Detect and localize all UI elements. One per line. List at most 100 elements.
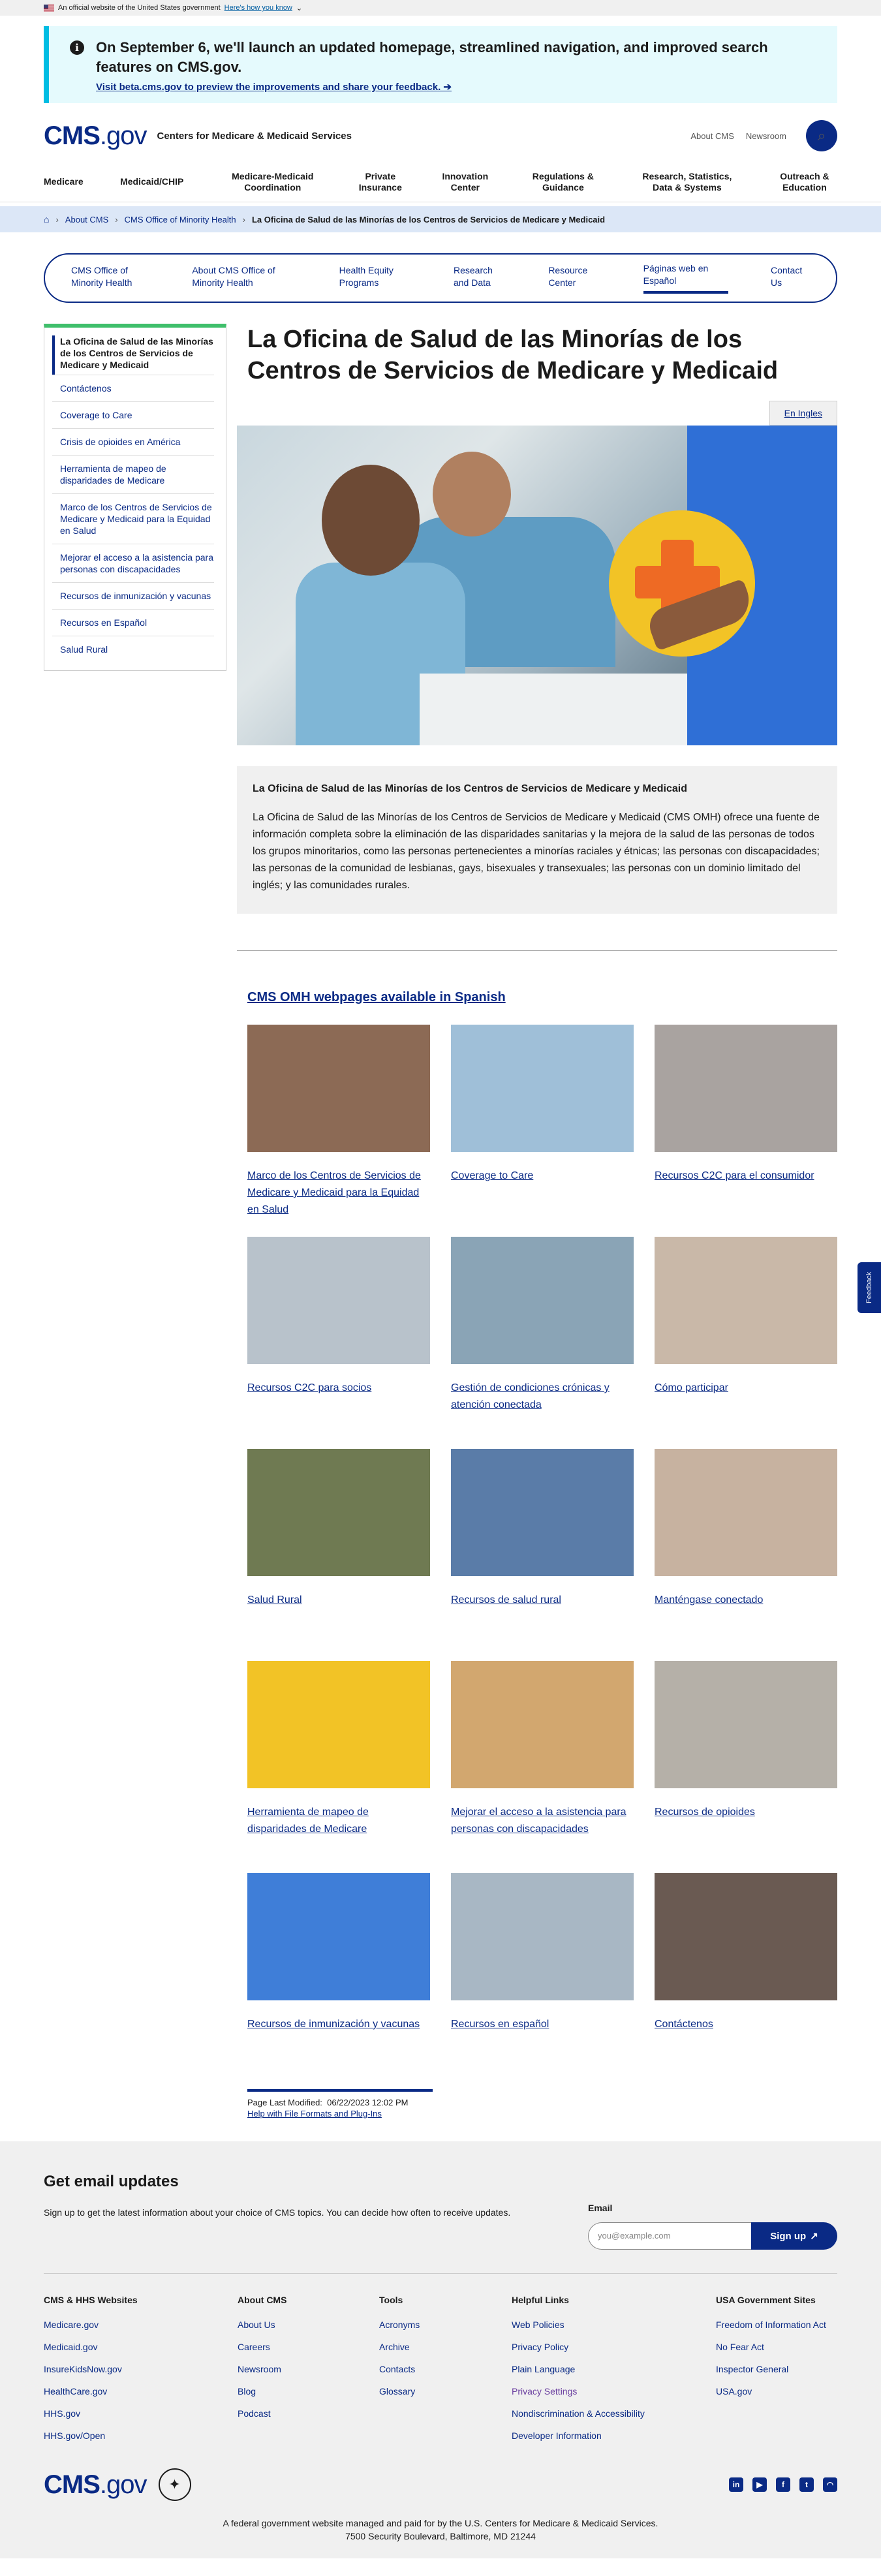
nav-regulations-guidance[interactable]: Regulations & Guidance — [524, 171, 602, 193]
footer-link[interactable]: Blog — [238, 2385, 379, 2398]
resource-card[interactable]: Coverage to Care — [451, 1025, 634, 1218]
feedback-tab[interactable]: Feedback — [858, 1262, 881, 1313]
footer-link[interactable]: HealthCare.gov — [44, 2385, 238, 2398]
subnav-research-data[interactable]: Research and Data — [454, 264, 506, 292]
resource-card-image[interactable] — [655, 1237, 837, 1364]
nav-innovation-center[interactable]: Innovation Center — [436, 171, 495, 193]
help-file-formats-link[interactable]: Help with File Formats and Plug-Ins — [247, 2109, 382, 2118]
resource-card-image[interactable] — [655, 1661, 837, 1788]
how-you-know-link[interactable]: Here's how you know — [224, 4, 292, 12]
home-icon[interactable]: ⌂ — [44, 214, 49, 225]
resource-card[interactable]: Recursos de inmunización y vacunas — [247, 1873, 430, 2067]
resource-card[interactable]: Recursos en español — [451, 1873, 634, 2067]
cms-logo[interactable]: CMS.gov — [44, 121, 147, 151]
resource-card[interactable]: Gestión de condiciones crónicas y atenci… — [451, 1237, 634, 1431]
footer-link[interactable]: Web Policies — [512, 2318, 716, 2331]
sidebar-item-marco-equidad[interactable]: Marco de los Centros de Servicios de Med… — [52, 493, 214, 544]
email-input[interactable]: you@example.com — [588, 2222, 751, 2250]
resource-card-link[interactable]: Gestión de condiciones crónicas y atenci… — [451, 1380, 634, 1431]
nav-private-insurance[interactable]: Private Insurance — [354, 171, 407, 193]
resource-card-link[interactable]: Marco de los Centros de Servicios de Med… — [247, 1168, 430, 1218]
breadcrumb-omh[interactable]: CMS Office of Minority Health — [125, 215, 236, 225]
sidebar-item-inmunizacion[interactable]: Recursos de inmunización y vacunas — [52, 582, 214, 609]
twitter-icon[interactable]: t — [799, 2477, 814, 2492]
footer-link[interactable]: Archive — [379, 2340, 512, 2353]
footer-link[interactable]: Developer Information — [512, 2429, 716, 2442]
resource-card-link[interactable]: Contáctenos — [655, 2016, 837, 2067]
footer-link[interactable]: Glossary — [379, 2385, 512, 2398]
linkedin-icon[interactable]: in — [729, 2477, 743, 2492]
sidebar-item-discapacidades[interactable]: Mejorar el acceso a la asistencia para p… — [52, 544, 214, 582]
search-button[interactable]: ⌕ — [806, 120, 837, 151]
breadcrumb-about-cms[interactable]: About CMS — [65, 215, 108, 225]
english-version-button[interactable]: En Ingles — [769, 401, 837, 426]
resource-card-link[interactable]: Recursos en español — [451, 2016, 634, 2067]
sidebar-item-crisis-opioides[interactable]: Crisis de opioides en América — [52, 428, 214, 455]
resource-card-image[interactable] — [451, 1873, 634, 2000]
sidebar-item-coverage-to-care[interactable]: Coverage to Care — [52, 401, 214, 428]
footer-link[interactable]: Contacts — [379, 2363, 512, 2376]
resource-card-link[interactable]: Mejorar el acceso a la asistencia para p… — [451, 1804, 634, 1855]
resource-card-link[interactable]: Recursos C2C para el consumidor — [655, 1168, 837, 1218]
footer-link[interactable]: Inspector General — [716, 2363, 837, 2376]
resource-card-image[interactable] — [247, 1237, 430, 1364]
sidebar-item-salud-rural[interactable]: Salud Rural — [52, 636, 214, 662]
resource-card-image[interactable] — [247, 1661, 430, 1788]
resource-card-image[interactable] — [655, 1025, 837, 1152]
subnav-health-equity[interactable]: Health Equity Programs — [339, 264, 411, 292]
subnav-paginas-espanol[interactable]: Páginas web en Español — [643, 262, 728, 294]
resource-card[interactable]: Cómo participar — [655, 1237, 837, 1431]
resource-card-link[interactable]: Salud Rural — [247, 1592, 430, 1643]
resource-card[interactable]: Herramienta de mapeo de disparidades de … — [247, 1661, 430, 1855]
resource-card[interactable]: Contáctenos — [655, 1873, 837, 2067]
resource-card[interactable]: Mejorar el acceso a la asistencia para p… — [451, 1661, 634, 1855]
sidebar-item-contactenos[interactable]: Contáctenos — [52, 375, 214, 401]
footer-link[interactable]: Privacy Settings — [512, 2385, 716, 2398]
alert-link[interactable]: Visit beta.cms.gov to preview the improv… — [96, 81, 452, 93]
resource-card[interactable]: Salud Rural — [247, 1449, 430, 1643]
resource-card-link[interactable]: Cómo participar — [655, 1380, 837, 1431]
footer-link[interactable]: HHS.gov — [44, 2407, 238, 2420]
resource-card-image[interactable] — [247, 1873, 430, 2000]
resource-card[interactable]: Recursos C2C para socios — [247, 1237, 430, 1431]
rss-icon[interactable]: ◠ — [823, 2477, 837, 2492]
footer-link[interactable]: USA.gov — [716, 2385, 837, 2398]
resource-card-image[interactable] — [451, 1449, 634, 1576]
subnav-contact[interactable]: Contact Us — [771, 264, 810, 292]
resource-card-image[interactable] — [247, 1025, 430, 1152]
footer-link[interactable]: Privacy Policy — [512, 2340, 716, 2353]
sign-up-button[interactable]: Sign up ↗ — [751, 2222, 837, 2250]
footer-link[interactable]: InsureKidsNow.gov — [44, 2363, 238, 2376]
footer-link[interactable]: Careers — [238, 2340, 379, 2353]
resource-card[interactable]: Recursos de opioides — [655, 1661, 837, 1855]
facebook-icon[interactable]: f — [776, 2477, 790, 2492]
resource-card-image[interactable] — [655, 1449, 837, 1576]
resource-card-image[interactable] — [247, 1449, 430, 1576]
resource-card-link[interactable]: Recursos de opioides — [655, 1804, 837, 1855]
resource-card-link[interactable]: Herramienta de mapeo de disparidades de … — [247, 1804, 430, 1855]
footer-link[interactable]: Medicaid.gov — [44, 2340, 238, 2353]
nav-research-statistics[interactable]: Research, Statistics, Data & Systems — [632, 171, 743, 193]
footer-link[interactable]: Nondiscrimination & Accessibility — [512, 2407, 716, 2420]
nav-outreach-education[interactable]: Outreach & Education — [772, 171, 837, 193]
resource-card-image[interactable] — [451, 1237, 634, 1364]
footer-link[interactable]: About Us — [238, 2318, 379, 2331]
footer-link[interactable]: No Fear Act — [716, 2340, 837, 2353]
resource-card[interactable]: Recursos de salud rural — [451, 1449, 634, 1643]
newsroom-link[interactable]: Newsroom — [746, 131, 786, 141]
resource-card-link[interactable]: Manténgase conectado — [655, 1592, 837, 1643]
resource-card[interactable]: Manténgase conectado — [655, 1449, 837, 1643]
footer-link[interactable]: Newsroom — [238, 2363, 379, 2376]
youtube-icon[interactable]: ▶ — [752, 2477, 767, 2492]
subnav-omh[interactable]: CMS Office of Minority Health — [71, 264, 149, 292]
footer-link[interactable]: HHS.gov/Open — [44, 2429, 238, 2442]
nav-medicare[interactable]: Medicare — [44, 176, 84, 187]
resource-card[interactable]: Marco de los Centros de Servicios de Med… — [247, 1025, 430, 1218]
resource-card-link[interactable]: Recursos de salud rural — [451, 1592, 634, 1643]
footer-cms-logo[interactable]: CMS.gov — [44, 2470, 147, 2500]
resource-card-image[interactable] — [451, 1025, 634, 1152]
footer-link[interactable]: Freedom of Information Act — [716, 2318, 837, 2331]
resource-card-link[interactable]: Recursos C2C para socios — [247, 1380, 430, 1431]
hhs-seal-icon[interactable]: ✦ — [158, 2468, 191, 2501]
footer-link[interactable]: Medicare.gov — [44, 2318, 238, 2331]
